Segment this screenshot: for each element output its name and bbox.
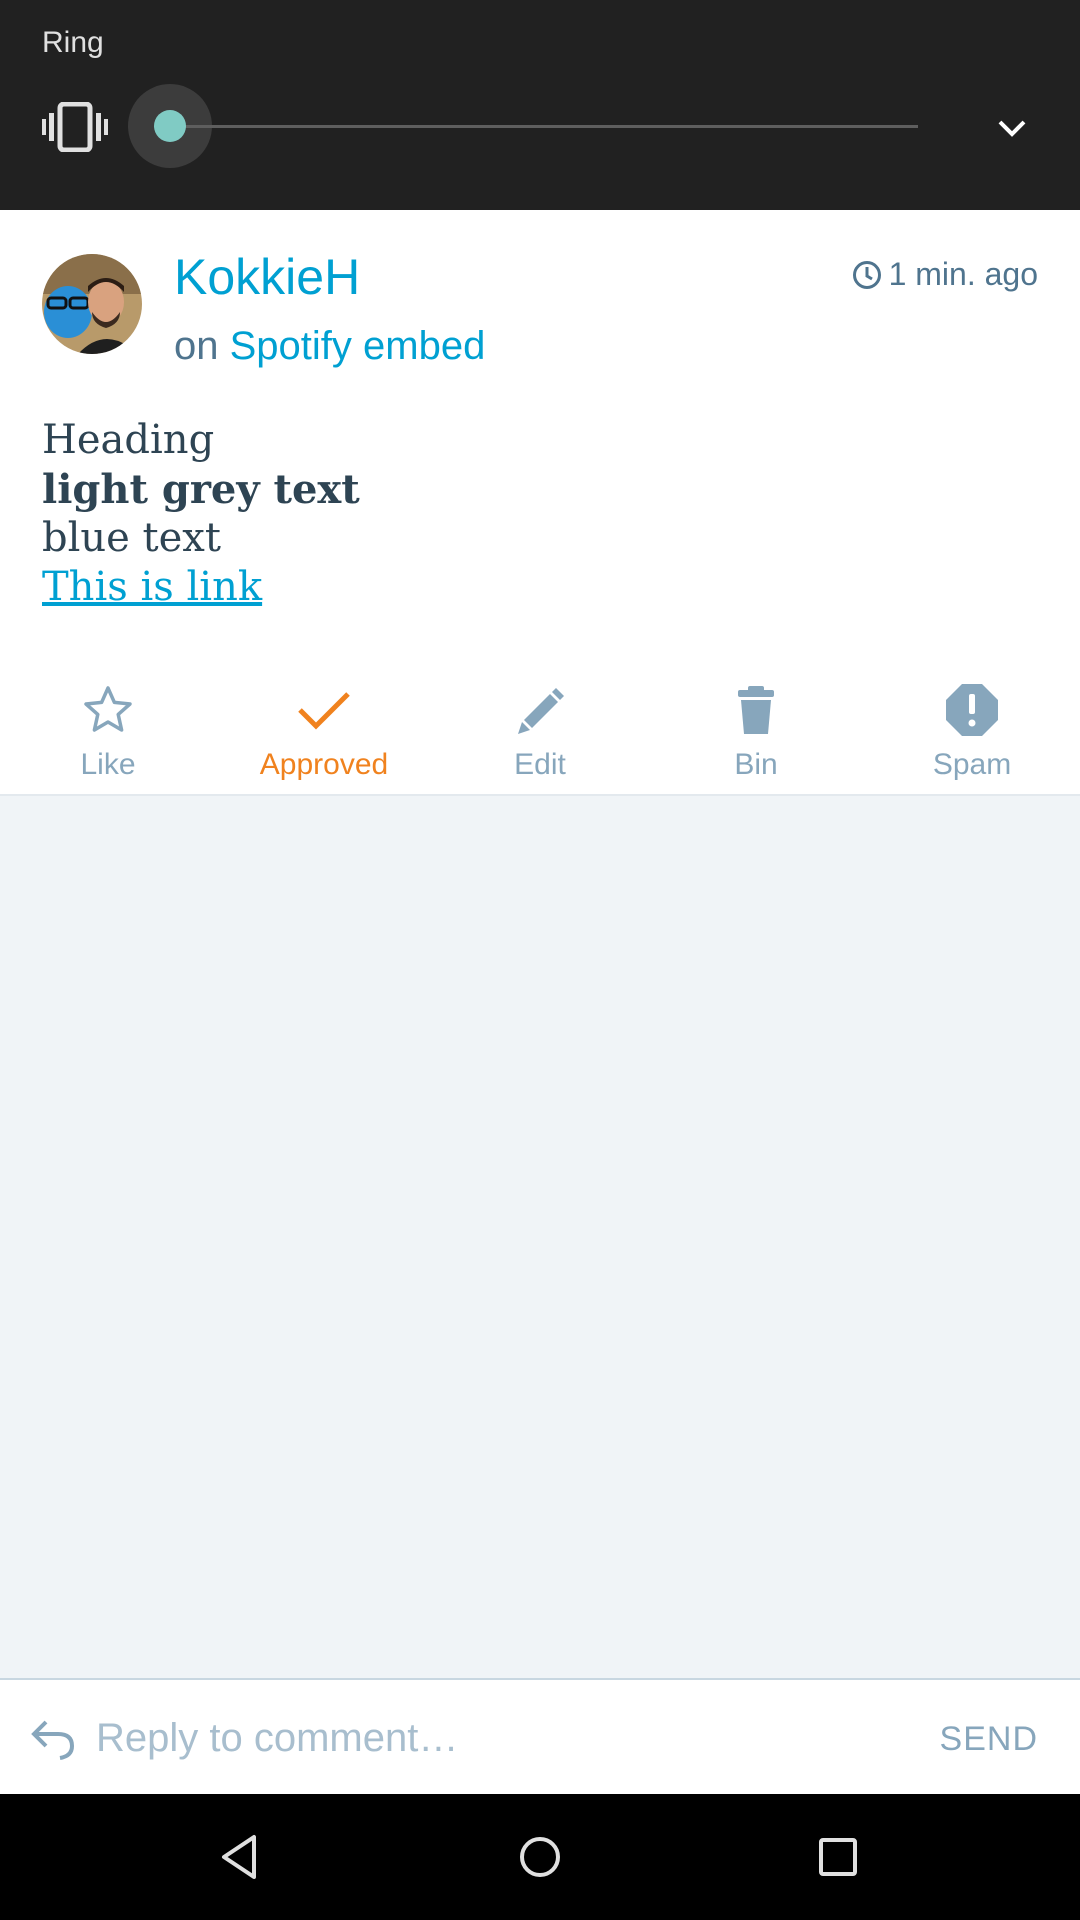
spam-label: Spam xyxy=(932,748,1012,781)
timestamp-text: 1 min. ago xyxy=(888,256,1038,292)
system-nav-bar xyxy=(0,1794,1080,1920)
bin-label: Bin xyxy=(734,748,778,781)
approved-button[interactable]: Approved xyxy=(216,670,432,790)
volume-slider[interactable] xyxy=(128,84,918,170)
reply-input[interactable] xyxy=(96,1704,896,1772)
volume-panel: Ring xyxy=(0,0,1080,210)
spam-icon xyxy=(946,684,998,736)
vibrate-icon[interactable] xyxy=(42,102,108,152)
like-button[interactable]: Like xyxy=(0,670,216,790)
reply-bar: SEND xyxy=(0,1678,1080,1794)
comment-card: KokkieH on Spotify embed 1 min. ago Head… xyxy=(0,210,1080,796)
comment-actions: Like Approved Edit Bin Spam xyxy=(0,670,1080,790)
comment-content: Heading light grey text blue text This i… xyxy=(42,416,360,612)
recents-icon[interactable] xyxy=(808,1827,868,1887)
star-icon xyxy=(84,686,132,732)
content-plain-line: blue text xyxy=(42,515,221,561)
send-button[interactable]: SEND xyxy=(940,1720,1038,1759)
reply-icon xyxy=(31,1720,75,1760)
like-label: Like xyxy=(80,748,136,781)
bin-button[interactable]: Bin xyxy=(648,670,864,790)
comment-timestamp: 1 min. ago xyxy=(851,256,1038,293)
avatar-image xyxy=(42,254,142,354)
content-heading: Heading xyxy=(42,417,215,463)
comment-author[interactable]: KokkieH xyxy=(174,248,360,306)
chevron-down-icon[interactable] xyxy=(994,110,1030,146)
content-link[interactable]: This is link xyxy=(42,563,360,612)
on-prefix: on xyxy=(174,324,219,368)
pencil-icon xyxy=(518,688,564,734)
comment-post-line: on Spotify embed xyxy=(174,324,485,369)
clock-icon xyxy=(852,260,881,289)
post-title-link[interactable]: Spotify embed xyxy=(230,324,486,368)
edit-label: Edit xyxy=(514,748,566,781)
checkmark-icon xyxy=(298,692,350,730)
volume-slider-track[interactable] xyxy=(170,125,918,128)
volume-slider-thumb[interactable] xyxy=(154,110,186,142)
spam-button[interactable]: Spam xyxy=(864,670,1080,790)
back-icon[interactable] xyxy=(212,1827,272,1887)
trash-icon xyxy=(738,686,774,734)
approved-label: Approved xyxy=(259,748,389,781)
content-bold-line: light grey text xyxy=(42,466,360,513)
edit-button[interactable]: Edit xyxy=(432,670,648,790)
home-icon[interactable] xyxy=(510,1827,570,1887)
volume-stream-title: Ring xyxy=(42,26,104,59)
author-avatar[interactable] xyxy=(42,254,142,354)
